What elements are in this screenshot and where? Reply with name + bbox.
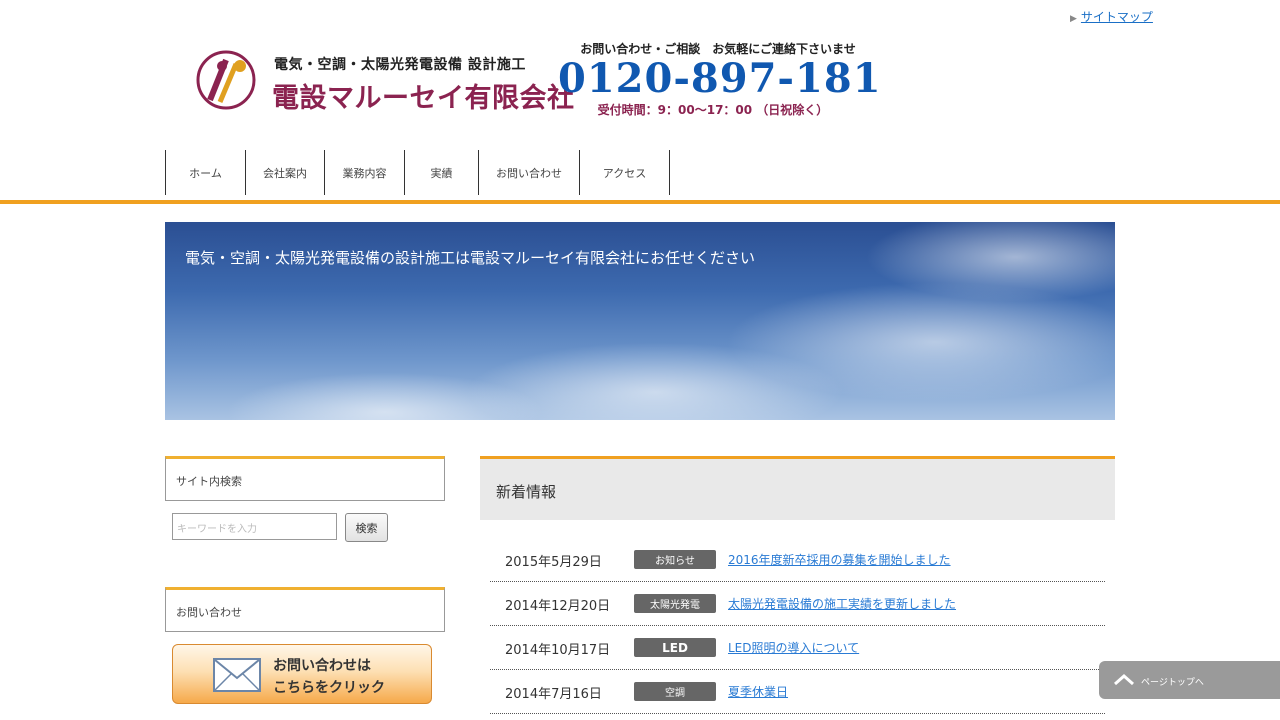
news-title-link[interactable]: LED照明の導入について	[728, 639, 859, 656]
logo-company-name: 電設マルーセイ有限会社	[272, 83, 575, 114]
nav-item-services[interactable]: 業務内容	[325, 150, 405, 195]
nav-item-works[interactable]: 実績	[405, 150, 479, 195]
news-date: 2015年5月29日	[505, 555, 602, 570]
logo-mark-icon	[196, 50, 256, 110]
news-row: 2014年7月16日 空調 夏季休業日	[490, 670, 1105, 714]
chevron-up-icon	[1114, 673, 1134, 686]
logo-subtitle: 電気・空調・太陽光発電設備 設計施工	[274, 57, 526, 73]
news-title-link[interactable]: 2016年度新卒採用の募集を開始しました	[728, 551, 951, 568]
sitemap-link-area: ▶ サイトマップ	[1070, 8, 1153, 25]
news-title-link[interactable]: 太陽光発電設備の施工実績を更新しました	[728, 595, 956, 612]
company-logo[interactable]: 電気・空調・太陽光発電設備 設計施工 電設マルーセイ有限会社	[196, 46, 574, 114]
news-date: 2014年10月17日	[505, 643, 611, 658]
nav-item-contact[interactable]: お問い合わせ	[479, 150, 580, 195]
news-category-badge: お知らせ	[634, 550, 716, 569]
hero-tagline: 電気・空調・太陽光発電設備の設計施工は電設マルーセイ有限会社にお任せください	[185, 249, 756, 267]
phone-number: 0120-897-181	[558, 55, 882, 102]
news-heading: 新着情報	[480, 456, 1115, 520]
phone-hours: 受付時間：9：00～17：00 （日祝除く）	[597, 103, 829, 117]
news-category-badge: 空調	[634, 682, 716, 701]
news-row: 2015年5月29日 お知らせ 2016年度新卒採用の募集を開始しました	[490, 538, 1105, 582]
page-top-button[interactable]: ページトップへ	[1099, 661, 1280, 699]
news-category-badge: LED	[634, 638, 716, 657]
news-date: 2014年7月16日	[505, 687, 602, 702]
contact-heading: お問い合わせ	[165, 587, 445, 632]
hero-banner: 電気・空調・太陽光発電設備の設計施工は電設マルーセイ有限会社にお任せください	[165, 222, 1115, 420]
search-input[interactable]: キーワードを入力	[172, 513, 337, 540]
triangle-right-icon: ▶	[1070, 14, 1077, 24]
global-nav: ホーム 会社案内 業務内容 実績 お問い合わせ アクセス	[165, 150, 670, 195]
news-title-link[interactable]: 夏季休業日	[728, 683, 788, 700]
page: ▶ サイトマップ 電気・空調・太陽光発電設備 設計施工 電設マルーセイ有限会社 お…	[0, 0, 1280, 720]
contact-button-line2: こちらをクリック	[273, 680, 385, 696]
page-top-label: ページトップへ	[1141, 678, 1204, 688]
news-category-badge: 太陽光発電	[634, 594, 716, 613]
phone-banner: お問い合わせ・ご相談 お気軽にご連絡下さいませ 0120-897-181 受付時…	[558, 40, 882, 122]
news-date: 2014年12月20日	[505, 599, 611, 614]
contact-button-line1: お問い合わせは	[273, 658, 371, 674]
search-heading: サイト内検索	[165, 456, 445, 501]
sitemap-link[interactable]: サイトマップ	[1081, 10, 1153, 24]
nav-item-home[interactable]: ホーム	[166, 150, 246, 195]
nav-item-company[interactable]: 会社案内	[246, 150, 325, 195]
search-button[interactable]: 検索	[345, 513, 388, 542]
news-row: 2014年12月20日 太陽光発電 太陽光発電設備の施工実績を更新しました	[490, 582, 1105, 626]
contact-button[interactable]: お問い合わせは こちらをクリック	[172, 644, 432, 704]
envelope-icon	[213, 658, 261, 692]
nav-item-access[interactable]: アクセス	[580, 150, 670, 195]
header-divider	[0, 200, 1280, 204]
news-row: 2014年10月17日 LED LED照明の導入について	[490, 626, 1105, 670]
